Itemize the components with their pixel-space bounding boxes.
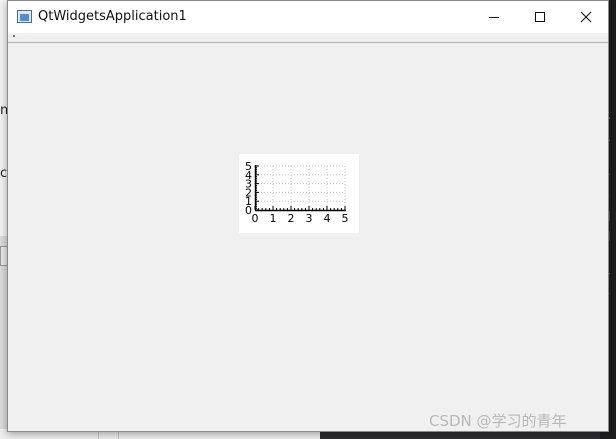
close-button[interactable] [563,1,609,33]
chart-plot: 0 1 2 3 4 5012345 [245,160,349,225]
x-tick-label: 4 [324,212,331,225]
central-widget: 012345012345 [8,44,608,432]
maximize-button[interactable] [517,1,563,33]
watermark: CSDN @学习的青年 [429,412,567,430]
qt-app-window-icon [17,10,32,23]
menu-bar-handle [13,35,15,37]
x-tick-label: 0 [252,212,259,225]
close-icon [580,11,592,23]
y-tick-label: 5 [245,160,252,173]
minimize-button[interactable] [471,1,517,33]
menu-bar[interactable] [8,33,608,43]
chart-view[interactable]: 012345012345 [239,154,359,233]
window-title: QtWidgetsApplication1 [38,9,187,24]
x-tick-label: 2 [288,212,295,225]
minimize-icon [489,17,499,18]
title-bar[interactable]: QtWidgetsApplication1 [8,1,608,33]
app-window: QtWidgetsApplication1 012345012345 [7,0,609,432]
x-tick-label: 1 [270,212,277,225]
x-tick-label: 3 [306,212,313,225]
x-tick-label: 5 [342,212,349,225]
maximize-icon [535,12,545,22]
